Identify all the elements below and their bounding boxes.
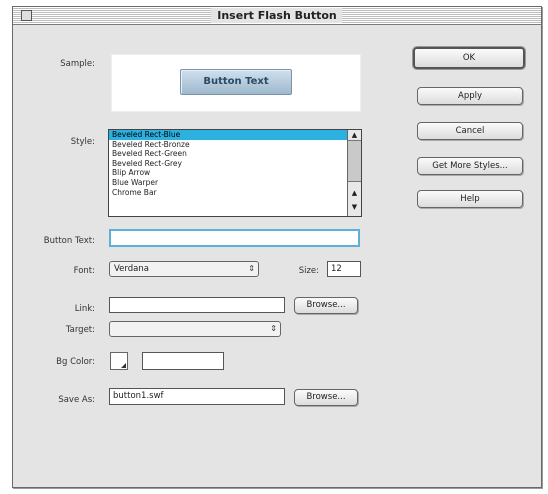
link-input[interactable] xyxy=(109,297,285,313)
help-button[interactable]: Help xyxy=(417,190,523,208)
style-list-item[interactable]: Blue Warper xyxy=(109,178,361,188)
bg-color-label: Bg Color: xyxy=(56,357,95,367)
font-select[interactable]: Verdana ⇕ xyxy=(109,261,259,277)
get-more-styles-button[interactable]: Get More Styles... xyxy=(417,157,523,175)
bg-color-input[interactable] xyxy=(142,352,224,370)
button-text-label: Button Text: xyxy=(43,236,95,246)
target-select[interactable]: ⇕ xyxy=(109,321,281,337)
link-label: Link: xyxy=(74,304,95,314)
scroll-up-arrow-icon[interactable]: ▲ xyxy=(348,188,361,198)
style-list-item[interactable]: Beveled Rect-Green xyxy=(109,149,361,159)
style-list-item[interactable]: Beveled Rect-Blue xyxy=(109,130,361,140)
apply-button[interactable]: Apply xyxy=(417,87,523,105)
scroll-up-arrow-icon[interactable]: ▲ xyxy=(348,130,361,140)
sample-button[interactable]: Button Text xyxy=(180,69,292,95)
font-select-value: Verdana xyxy=(114,264,149,274)
font-label: Font: xyxy=(73,266,95,276)
save-as-input[interactable]: button1.swf xyxy=(109,388,285,405)
browse-link-button[interactable]: Browse... xyxy=(294,297,358,314)
style-list-items: Beveled Rect-Blue Beveled Rect-Bronze Beve… xyxy=(109,130,361,197)
popup-arrows-icon: ⇕ xyxy=(248,264,255,273)
insert-flash-button-dialog: Insert Flash Button Sample: Button Text … xyxy=(12,6,542,488)
cancel-button[interactable]: Cancel xyxy=(417,122,523,140)
dialog-title: Insert Flash Button xyxy=(211,8,343,23)
style-label: Style: xyxy=(70,137,95,147)
style-list-item[interactable]: Beveled Rect-Bronze xyxy=(109,140,361,150)
popup-arrows-icon: ⇕ xyxy=(270,324,277,333)
sample-preview: Button Text xyxy=(111,54,361,112)
sample-label: Sample: xyxy=(60,59,95,69)
save-as-label: Save As: xyxy=(58,395,95,405)
style-list[interactable]: Beveled Rect-Blue Beveled Rect-Bronze Beve… xyxy=(108,129,362,217)
close-box[interactable] xyxy=(21,10,32,21)
scroll-down-arrow-icon[interactable]: ▼ xyxy=(348,202,361,212)
bg-color-swatch[interactable] xyxy=(110,352,128,370)
color-picker-arrow-icon xyxy=(121,363,126,368)
style-list-item[interactable]: Blip Arrow xyxy=(109,168,361,178)
style-list-item[interactable]: Beveled Rect-Grey xyxy=(109,159,361,169)
title-bar[interactable]: Insert Flash Button xyxy=(13,7,541,25)
ok-button[interactable]: OK xyxy=(413,47,525,69)
style-list-item[interactable]: Chrome Bar xyxy=(109,188,361,198)
button-text-input[interactable] xyxy=(109,229,360,247)
browse-save-button[interactable]: Browse... xyxy=(294,389,358,406)
size-label: Size: xyxy=(298,266,319,276)
style-list-scrollbar[interactable]: ▲ ▲ ▼ xyxy=(347,130,361,216)
size-input[interactable]: 12 xyxy=(327,261,361,277)
scroll-thumb[interactable] xyxy=(348,140,361,182)
target-label: Target: xyxy=(65,325,95,335)
